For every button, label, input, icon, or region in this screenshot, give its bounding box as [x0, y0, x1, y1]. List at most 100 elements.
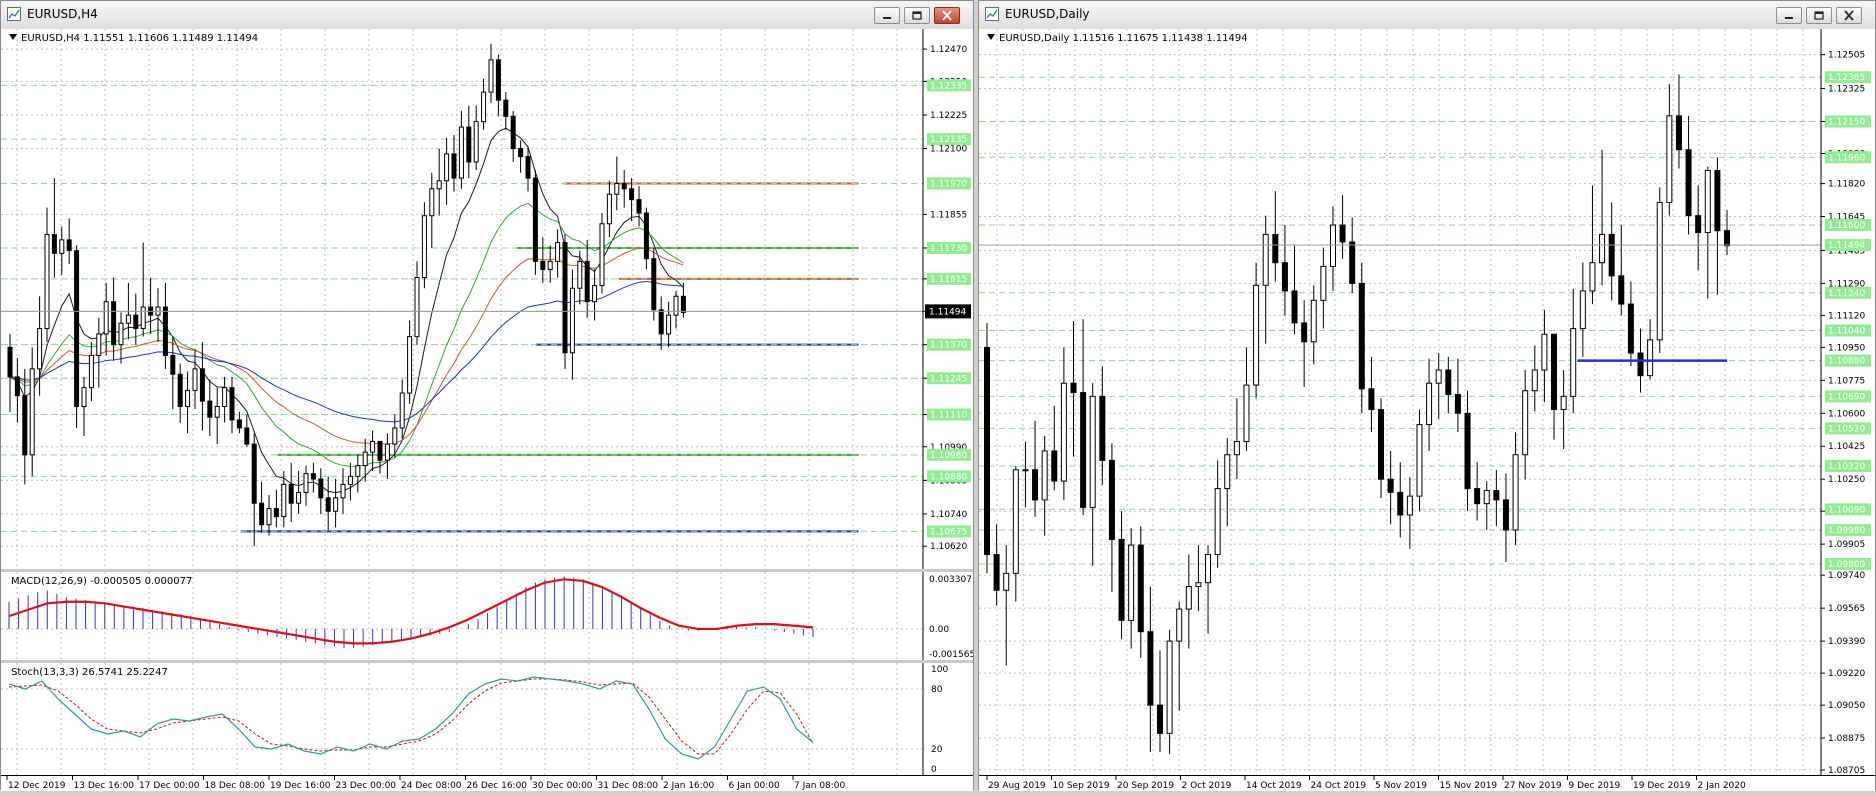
- bearish-candle: [1608, 233, 1615, 277]
- bearish-candle: [510, 115, 516, 150]
- level-tag: 1.10880: [930, 472, 967, 482]
- bearish-candle: [74, 250, 80, 407]
- price-axis-label: 1.12470: [930, 45, 967, 55]
- ema-mid-line: [9, 202, 684, 467]
- bearish-candle: [1156, 704, 1163, 734]
- price-axis-label: 1.10425: [1828, 442, 1865, 452]
- level-tag: 1.12335: [930, 81, 967, 91]
- daily-header-text: EURUSD,Daily 1.11516 1.11675 1.11438 1.1…: [999, 33, 1248, 44]
- level-tag: 1.10880: [1828, 357, 1865, 367]
- h4-restore-button[interactable]: [904, 7, 930, 24]
- price-axis-label: 1.09565: [1828, 604, 1865, 614]
- level-tag: 1.10675: [930, 527, 967, 537]
- bearish-candle: [1108, 459, 1115, 540]
- bullish-candle: [1195, 582, 1202, 587]
- bullish-candle: [340, 483, 346, 499]
- bullish-candle: [1329, 224, 1336, 267]
- stochastic-axis-label: 100: [931, 665, 948, 675]
- bullish-candle: [185, 389, 191, 407]
- bearish-candle: [310, 473, 316, 480]
- minimize-icon: [1785, 17, 1793, 19]
- h4-time-labels: 12 Dec 2019 13 Dec 16:00 17 Dec 00:00 18 De…: [6, 776, 846, 791]
- bearish-candle: [1502, 499, 1509, 531]
- bearish-candle: [1368, 388, 1375, 411]
- h4-minimize-button[interactable]: [874, 7, 900, 24]
- bearish-candle: [1474, 488, 1481, 505]
- price-axis-label: 1.12225: [930, 111, 967, 121]
- bearish-candle: [562, 242, 568, 354]
- chart-window-icon: [985, 7, 999, 21]
- bearish-candle: [51, 234, 57, 254]
- h4-close-button[interactable]: [934, 7, 960, 24]
- stochastic-pane[interactable]: 100 80 20 0 Stoch(13,3,3) 26.5741 25.2247: [1, 663, 973, 775]
- bullish-candle: [436, 180, 442, 190]
- bearish-candle: [1695, 215, 1702, 234]
- bearish-candle: [1032, 469, 1039, 501]
- bullish-candle: [1243, 384, 1250, 443]
- price-axis-label: 1.11820: [1828, 180, 1865, 190]
- daily-price-pane[interactable]: 1.125051.123251.121501.119801.118201.116…: [979, 29, 1875, 775]
- daily-title-bar[interactable]: EURUSD,Daily: [979, 1, 1875, 30]
- bullish-candle: [488, 59, 494, 93]
- level-tag: 1.12385: [1828, 73, 1865, 83]
- bullish-candle: [214, 405, 220, 418]
- daily-time-axis: 29 Aug 2019 10 Sep 2019 20 Sep 2019 2 Oct 2…: [979, 775, 1875, 791]
- bearish-candle: [1051, 450, 1058, 482]
- level-tag: 1.11245: [930, 374, 967, 384]
- bearish-candle: [503, 99, 509, 117]
- bullish-candle: [96, 333, 102, 356]
- bearish-candle: [1272, 233, 1279, 264]
- level-tag: 1.09800: [1828, 560, 1865, 570]
- bearish-candle: [518, 148, 524, 158]
- h4-window-title: EURUSD,H4: [27, 7, 98, 21]
- bearish-candle: [1397, 491, 1404, 516]
- bullish-candle: [370, 440, 376, 453]
- daily-restore-button[interactable]: [1806, 7, 1832, 24]
- level-tag: 1.11494: [1828, 241, 1865, 251]
- level-tag: 1.11110: [930, 411, 967, 421]
- bearish-candle: [525, 156, 531, 179]
- bearish-candle: [207, 400, 213, 418]
- bearish-candle: [1118, 538, 1125, 621]
- bullish-candle: [103, 301, 109, 335]
- bearish-candle: [984, 346, 990, 555]
- stochastic-chart[interactable]: 100 80 20 0: [1, 663, 973, 775]
- bearish-candle: [325, 497, 331, 512]
- h4-title-bar[interactable]: EURUSD,H4: [1, 1, 973, 30]
- bearish-candle: [1358, 282, 1365, 390]
- bullish-candle: [1176, 608, 1183, 642]
- bearish-candle: [658, 309, 664, 335]
- h4-price-chart[interactable]: 1.124701.123501.122251.121001.118551.117…: [1, 29, 973, 569]
- bearish-candle: [7, 346, 13, 378]
- h4-price-pane[interactable]: 1.124701.123501.122251.121001.118551.117…: [1, 29, 973, 569]
- price-axis-background: [923, 663, 973, 775]
- bullish-candle: [429, 188, 435, 217]
- bullish-candle: [1262, 233, 1269, 286]
- bullish-candle: [125, 314, 131, 324]
- price-axis-label: 1.11120: [1828, 311, 1865, 321]
- level-tag: 1.09980: [1828, 526, 1865, 536]
- daily-price-chart[interactable]: 1.125051.123251.121501.119801.118201.116…: [979, 29, 1875, 775]
- daily-minimize-button[interactable]: [1776, 7, 1802, 24]
- price-axis-label: 1.12325: [1828, 85, 1865, 95]
- bullish-candle: [1041, 450, 1048, 501]
- bullish-candle: [614, 182, 620, 195]
- macd-pane[interactable]: 0.003307 0.00 -0.001565 MACD(12,26,9) -0.0…: [1, 572, 973, 660]
- bullish-candle: [599, 223, 605, 287]
- bearish-candle: [1147, 631, 1154, 706]
- macd-axis-label: 0.003307: [929, 575, 972, 585]
- bearish-candle: [451, 153, 457, 179]
- level-tag: 1.11960: [1828, 153, 1865, 163]
- bullish-candle: [362, 451, 368, 467]
- bearish-candle: [244, 427, 250, 445]
- bullish-candle: [1253, 284, 1260, 386]
- bullish-candle: [1416, 424, 1423, 497]
- bearish-candle: [532, 177, 538, 262]
- price-axis-label: 1.10250: [1828, 475, 1865, 485]
- bullish-candle: [1656, 201, 1663, 341]
- stochastic-axis-label: 20: [931, 745, 943, 755]
- bullish-candle: [1589, 262, 1596, 292]
- bullish-candle: [547, 260, 553, 270]
- bullish-candle: [140, 306, 146, 330]
- daily-close-button[interactable]: [1836, 7, 1862, 24]
